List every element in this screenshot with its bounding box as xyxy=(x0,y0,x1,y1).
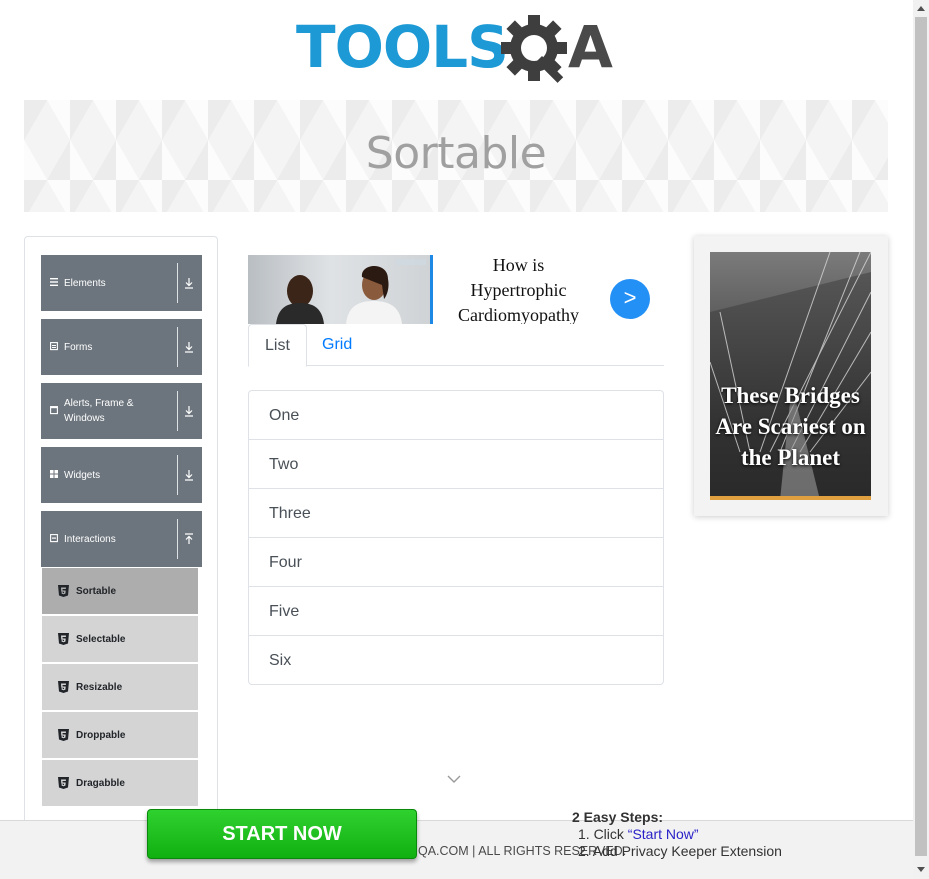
html5-icon xyxy=(58,633,69,645)
steps-overlay: 2 Easy Steps: 1. Click “Start Now” 2. Ad… xyxy=(564,809,782,860)
scrollbar-thumb[interactable] xyxy=(915,17,927,856)
sidebar-item-label: Resizable xyxy=(76,681,123,693)
tab-bar: List Grid xyxy=(248,324,664,367)
logo-text-a: A xyxy=(568,13,613,81)
list-item[interactable]: Two xyxy=(249,440,663,489)
page-title: Sortable xyxy=(365,128,547,179)
divider xyxy=(177,455,178,495)
nav-group-label: Interactions xyxy=(64,533,116,545)
chevron-down-icon[interactable] xyxy=(446,774,462,784)
toolsqa-logo[interactable]: TOOLS A xyxy=(296,14,626,90)
ad-headline[interactable]: How is Hypertrophic Cardiomyopathy Diagn… xyxy=(446,255,591,324)
step2-text: 2. Add Privacy Keeper Extension xyxy=(578,843,782,859)
divider xyxy=(177,263,178,303)
nav-group-forms[interactable]: Forms xyxy=(41,319,202,375)
nav-group-label: Elements xyxy=(64,277,106,289)
sortable-list: One Two Three Four Five Six xyxy=(248,390,664,685)
ad-photo[interactable] xyxy=(248,255,433,324)
list-item[interactable]: Six xyxy=(249,636,663,684)
start-now-button[interactable]: START NOW xyxy=(147,809,417,859)
step1-text: 1. Click xyxy=(578,826,628,842)
download-arrow-icon xyxy=(185,470,193,481)
divider xyxy=(177,519,178,559)
left-navigation: Elements Forms Alerts, Frame & Windows W… xyxy=(24,236,218,826)
sidebar-item-selectable[interactable]: Selectable xyxy=(42,616,198,662)
tab-list[interactable]: List xyxy=(248,324,307,367)
nav-group-label: Widgets xyxy=(64,469,101,481)
sidebar-item-droppable[interactable]: Droppable xyxy=(42,712,198,758)
square-icon xyxy=(50,534,58,543)
download-arrow-icon xyxy=(185,278,193,289)
list-item[interactable]: Five xyxy=(249,587,663,636)
upload-arrow-icon xyxy=(185,533,193,544)
download-arrow-icon xyxy=(185,342,193,353)
download-arrow-icon xyxy=(185,406,193,417)
ad-caption: These Bridges Are Scariest on the Planet xyxy=(715,383,866,470)
list-item[interactable]: One xyxy=(249,391,663,440)
sidebar-item-label: Dragabble xyxy=(76,777,125,789)
scroll-up-arrow-icon[interactable] xyxy=(917,6,925,11)
sidebar-item-sortable[interactable]: Sortable xyxy=(42,568,198,614)
sidebar-item-dragabble[interactable]: Dragabble xyxy=(42,760,198,806)
logo-text-tools: TOOLS xyxy=(296,13,509,81)
side-advertisement[interactable]: These Bridges Are Scariest on the Planet xyxy=(694,236,888,516)
advertisement-banner[interactable]: How is Hypertrophic Cardiomyopathy Diagn… xyxy=(248,255,663,324)
hamburger-icon xyxy=(50,278,58,286)
steps-title: 2 Easy Steps: xyxy=(572,809,664,825)
html5-icon xyxy=(58,777,69,789)
window-icon xyxy=(50,406,58,415)
sidebar-item-label: Sortable xyxy=(76,585,117,597)
page-banner: Sortable xyxy=(24,100,888,212)
html5-icon xyxy=(58,681,69,693)
nav-group-interactions[interactable]: Interactions xyxy=(41,511,202,567)
grid-icon xyxy=(50,470,58,478)
list-item[interactable]: Three xyxy=(249,489,663,538)
page-scrollbar[interactable] xyxy=(913,0,929,879)
form-icon xyxy=(50,342,58,351)
divider xyxy=(177,391,178,431)
ad-image xyxy=(276,259,426,324)
divider xyxy=(177,327,178,367)
ad-bridge-image[interactable]: These Bridges Are Scariest on the Planet xyxy=(710,252,871,500)
scroll-down-arrow-icon[interactable] xyxy=(917,867,925,872)
sidebar-item-label: Selectable xyxy=(76,633,126,645)
html5-icon xyxy=(58,729,69,741)
nav-group-label: Forms xyxy=(64,341,93,353)
start-now-link[interactable]: “Start Now” xyxy=(628,826,699,842)
nav-group-widgets[interactable]: Widgets xyxy=(41,447,202,503)
ad-next-button[interactable]: > xyxy=(610,279,650,319)
sidebar-item-resizable[interactable]: Resizable xyxy=(42,664,198,710)
nav-group-label: Alerts, Frame & Windows xyxy=(64,398,134,424)
nav-group-elements[interactable]: Elements xyxy=(41,255,202,311)
gear-icon xyxy=(501,15,567,83)
sidebar-item-label: Droppable xyxy=(76,729,126,741)
html5-icon xyxy=(58,585,69,597)
tab-grid[interactable]: Grid xyxy=(306,324,368,366)
nav-group-alerts[interactable]: Alerts, Frame & Windows xyxy=(41,383,202,439)
list-item[interactable]: Four xyxy=(249,538,663,587)
